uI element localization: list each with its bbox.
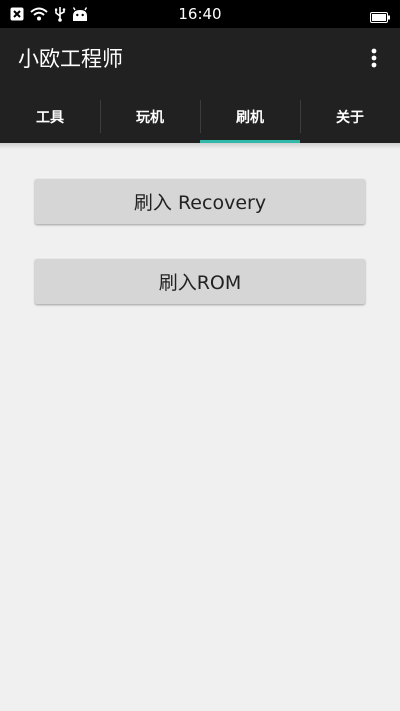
tab-label: 刷机 [236, 109, 264, 126]
tab-about[interactable]: 关于 [300, 90, 400, 143]
more-options-button[interactable] [362, 48, 386, 72]
more-vert-icon [371, 48, 377, 72]
status-time: 16:40 [178, 5, 222, 23]
tab-flash[interactable]: 刷机 [200, 90, 300, 143]
battery-icon [370, 8, 390, 23]
tab-label: 关于 [336, 109, 364, 126]
tab-bar-shadow [0, 143, 400, 149]
tab-play[interactable]: 玩机 [100, 90, 200, 143]
status-bar: 16:40 [0, 0, 400, 28]
app-bar: 小欧工程师 [0, 28, 400, 90]
tab-bar: 工具 玩机 刷机 关于 [0, 90, 400, 143]
tab-label: 玩机 [136, 109, 164, 126]
tab-tools[interactable]: 工具 [0, 90, 100, 143]
app-title: 小欧工程师 [18, 47, 123, 71]
flash-rom-button[interactable]: 刷入ROM [35, 259, 365, 304]
flash-recovery-button[interactable]: 刷入 Recovery [35, 179, 365, 224]
tab-label: 工具 [36, 109, 64, 126]
